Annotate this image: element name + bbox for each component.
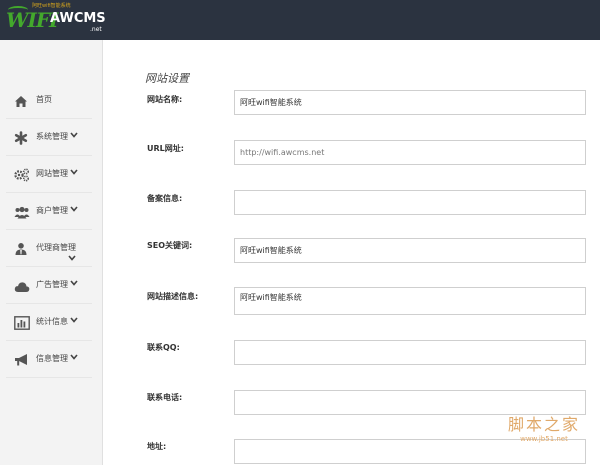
site-name-label: 网站名称:	[147, 95, 183, 104]
watermark-title: 脚本之家	[507, 415, 580, 434]
megaphone-icon	[14, 352, 30, 366]
url-field[interactable]: http://wifi.awcms.net	[234, 140, 586, 165]
chevron-down-icon	[70, 279, 78, 288]
address-label: 地址:	[147, 442, 167, 451]
sidebar-item-label: 商户管理	[36, 206, 68, 215]
home-icon	[14, 93, 30, 107]
main-content: 网站设置 网站名称: 阿旺wifi智能系统 URL网址: http://wifi…	[103, 40, 600, 465]
icp-field[interactable]	[234, 190, 586, 215]
asterisk-icon	[14, 130, 30, 145]
phone-label: 联系电话:	[147, 393, 183, 402]
qq-label: 联系QQ:	[147, 343, 180, 352]
users-icon	[14, 204, 30, 219]
chevron-down-icon	[70, 205, 78, 214]
qq-field[interactable]	[234, 340, 586, 365]
bar-chart-icon	[14, 315, 30, 330]
seo-keywords-field[interactable]: 阿旺wifi智能系统	[234, 238, 586, 263]
sidebar-item-label: 信息管理	[36, 354, 68, 363]
site-description-label: 网站描述信息:	[147, 292, 199, 301]
cloud-icon	[14, 278, 30, 292]
chevron-down-icon	[70, 316, 78, 325]
icp-label: 备案信息:	[147, 194, 183, 203]
sidebar-item-label: 代理商管理	[36, 243, 76, 252]
site-description-field[interactable]: 阿旺wifi智能系统	[234, 287, 586, 315]
sidebar-item-ads[interactable]: 广告管理	[6, 267, 92, 304]
seo-keywords-label: SEO关键词:	[147, 241, 193, 250]
page-title: 网站设置	[145, 72, 189, 85]
sidebar: 首页 系统管理 网站管理 商户管理 代理商管理 广告管理 统计信息 信息管理	[0, 40, 103, 465]
sidebar-item-info[interactable]: 信息管理	[6, 341, 92, 378]
url-label: URL网址:	[147, 144, 184, 153]
sidebar-item-label: 首页	[36, 95, 52, 104]
chevron-down-icon	[70, 131, 78, 140]
chevron-down-icon	[68, 254, 76, 263]
user-tie-icon	[14, 241, 30, 255]
sidebar-item-system[interactable]: 系统管理	[6, 119, 92, 156]
brand-logo[interactable]: 阿旺wifi智能系统 WIFI AWCMS .net	[6, 2, 106, 36]
logo-brand-name: AWCMS	[50, 11, 106, 26]
gears-icon	[14, 167, 30, 182]
sidebar-item-stats[interactable]: 统计信息	[6, 304, 92, 341]
sidebar-item-home[interactable]: 首页	[6, 82, 92, 119]
sidebar-item-label: 网站管理	[36, 169, 68, 178]
watermark-url: www.jb51.net	[520, 435, 568, 443]
sidebar-item-label: 系统管理	[36, 132, 68, 141]
sidebar-item-label: 广告管理	[36, 280, 68, 289]
top-header: 阿旺wifi智能系统 WIFI AWCMS .net	[0, 0, 600, 40]
logo-suffix: .net	[90, 26, 102, 33]
sidebar-item-website[interactable]: 网站管理	[6, 156, 92, 193]
chevron-down-icon	[70, 353, 78, 362]
sidebar-item-label: 统计信息	[36, 317, 68, 326]
sidebar-item-agents[interactable]: 代理商管理	[6, 230, 92, 267]
site-name-field[interactable]: 阿旺wifi智能系统	[234, 90, 586, 115]
chevron-down-icon	[70, 168, 78, 177]
sidebar-item-merchants[interactable]: 商户管理	[6, 193, 92, 230]
site-watermark: 脚本之家 www.jb51.net	[508, 411, 580, 443]
